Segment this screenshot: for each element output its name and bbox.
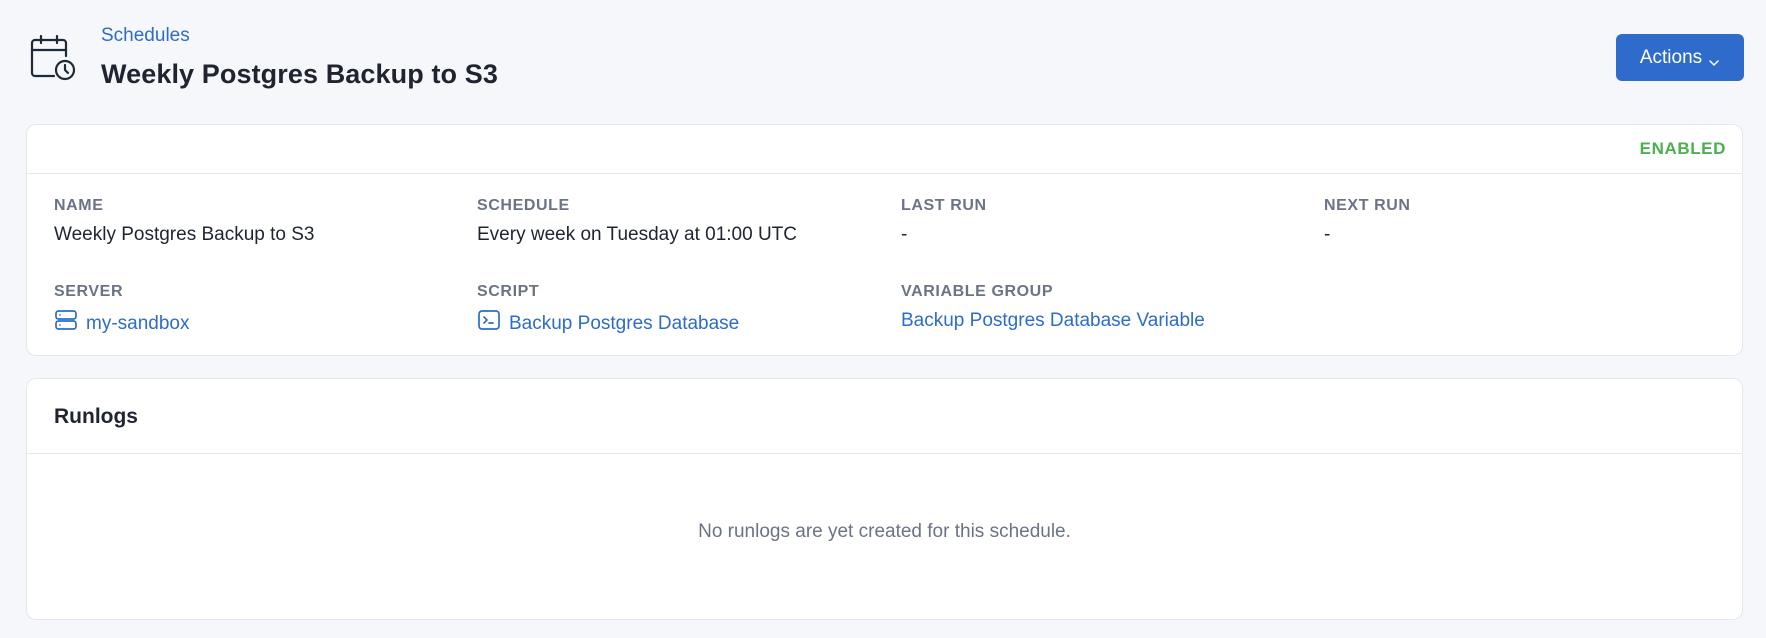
breadcrumb-schedules[interactable]: Schedules [101, 23, 190, 49]
schedule-details-card: ENABLED NAME Weekly Postgres Backup to S… [26, 124, 1743, 356]
field-next-run-label: NEXT RUN [1324, 197, 1411, 214]
page-header: Schedules Weekly Postgres Backup to S3 A… [0, 0, 1766, 120]
field-script: SCRIPT Backup Postgres Database [477, 282, 887, 340]
server-link-label: my-sandbox [86, 313, 190, 334]
field-schedule: SCHEDULE Every week on Tuesday at 01:00 … [477, 196, 887, 247]
page-title: Weekly Postgres Backup to S3 [101, 59, 498, 89]
actions-button-label: Actions [1639, 46, 1703, 68]
runlogs-header: Runlogs [27, 379, 1742, 454]
field-next-run: NEXT RUN - [1324, 196, 1734, 247]
status-badge: ENABLED [1639, 139, 1726, 158]
runlogs-card: Runlogs No runlogs are yet created for t… [26, 378, 1743, 620]
field-schedule-value: Every week on Tuesday at 01:00 UTC [477, 224, 797, 245]
field-server-label: SERVER [54, 283, 124, 300]
field-last-run: LAST RUN - [901, 196, 1311, 247]
terminal-icon [477, 308, 501, 340]
server-link[interactable]: my-sandbox [54, 308, 464, 340]
calendar-clock-icon [28, 34, 78, 84]
field-variable-group: VARIABLE GROUP Backup Postgres Database … [901, 282, 1311, 334]
runlogs-empty-message: No runlogs are yet created for this sche… [698, 521, 1071, 542]
script-link-label: Backup Postgres Database [509, 313, 740, 334]
field-last-run-value: - [901, 224, 908, 245]
field-schedule-label: SCHEDULE [477, 197, 570, 214]
field-script-label: SCRIPT [477, 283, 540, 300]
field-variable-group-label: VARIABLE GROUP [901, 283, 1054, 300]
field-name-label: NAME [54, 197, 104, 214]
variable-group-link[interactable]: Backup Postgres Database Variable [901, 308, 1311, 334]
runlogs-title: Runlogs [54, 405, 138, 428]
detail-grid: NAME Weekly Postgres Backup to S3 SCHEDU… [27, 174, 1742, 356]
server-icon [54, 308, 78, 340]
field-name-value: Weekly Postgres Backup to S3 [54, 224, 315, 245]
script-link[interactable]: Backup Postgres Database [477, 308, 887, 340]
field-last-run-label: LAST RUN [901, 197, 987, 214]
chevron-down-icon [1708, 53, 1720, 66]
actions-button[interactable]: Actions [1616, 34, 1744, 81]
field-server: SERVER my-sandbox [54, 282, 464, 340]
field-name: NAME Weekly Postgres Backup to S3 [54, 196, 464, 247]
status-row: ENABLED [27, 125, 1742, 174]
field-next-run-value: - [1324, 224, 1331, 245]
